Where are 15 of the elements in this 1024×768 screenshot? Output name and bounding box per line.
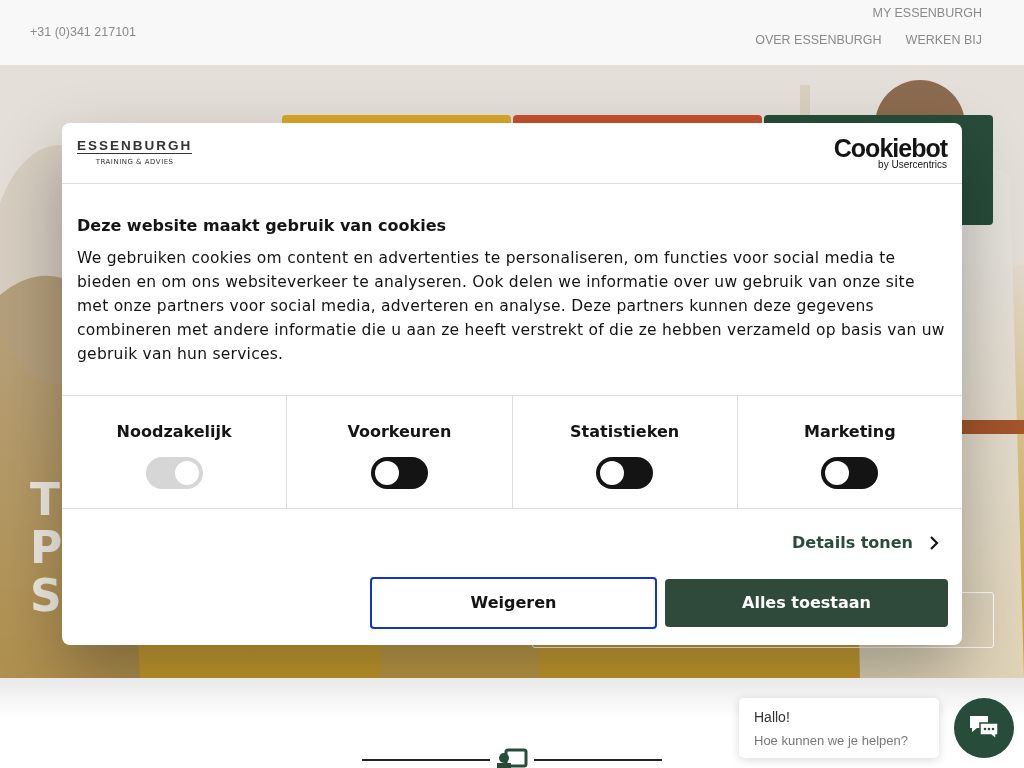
provider-logo: Cookiebot <box>833 136 947 159</box>
category-label: Marketing <box>804 421 896 443</box>
provider-subtitle: by Usercentrics <box>877 158 947 170</box>
hero-heading: T <box>30 476 61 524</box>
category-label: Noodzakelijk <box>116 421 232 443</box>
hero-heading: P <box>30 524 63 572</box>
chat-greeting: Hallo! <box>754 708 791 727</box>
hero-heading: S <box>30 572 63 620</box>
dialog-title: Deze website maakt gebruik van cookies <box>77 215 448 237</box>
phone-number: +31 (0)341 217101 <box>30 24 136 42</box>
category-label: Statistieken <box>570 421 680 443</box>
chat-prompt: Hoe kunnen we je helpen? <box>754 732 909 750</box>
category-label: Voorkeuren <box>347 421 452 443</box>
dialog-text: We gebruiken cookies om content en advertenties te personaliseren, om functies voor social media te bieden en om ons websiteverkeer te analyseren. Ook delen we informatie over uw gebruik van onze site met onze partners voor social media, adverteren en analyse. Deze partners kunnen deze gegevens combineren met andere informatie die u aan ze heeft verstrekt of die ze hebben verzameld op basis van uw gebruik van hun services. <box>77 248 946 365</box>
brand-logo: ESSENBURGH <box>77 138 193 154</box>
